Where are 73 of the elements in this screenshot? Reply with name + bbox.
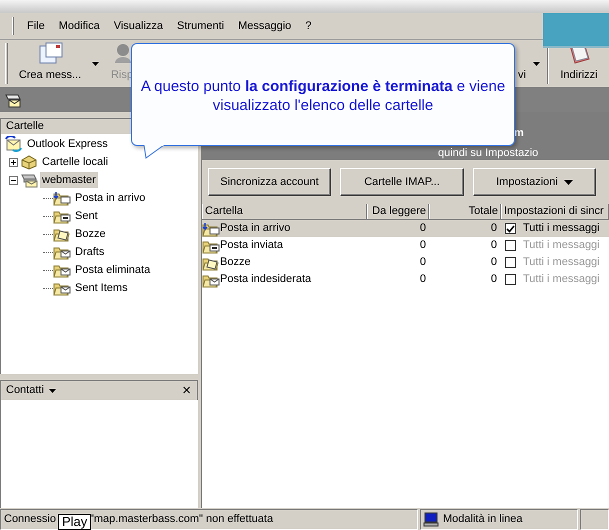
- menu-item[interactable]: File: [20, 16, 52, 36]
- menu-item[interactable]: Strumenti: [170, 16, 232, 36]
- collapse-icon[interactable]: [9, 176, 18, 184]
- overlay-panel: [543, 13, 609, 48]
- table-row[interactable]: Posta in arrivo 0 0 Tutti i messaggi: [202, 220, 609, 237]
- table-cell-text: Tutti i messaggi: [523, 238, 600, 254]
- folder-item[interactable]: Bozze: [73, 226, 108, 242]
- new-message-icon: [37, 42, 63, 64]
- close-button[interactable]: ×: [182, 383, 191, 398]
- status-panel: [580, 509, 609, 530]
- column-header[interactable]: Cartella: [202, 204, 367, 219]
- caret-icon: [564, 180, 573, 184]
- folder-item[interactable]: Sent Items: [73, 280, 130, 296]
- callout-text: A questo punto la configurazione è terminata e viene visualizzato l'elenco delle cartelle: [140, 76, 506, 114]
- toolbar-button[interactable]: Crea mess...: [12, 40, 88, 87]
- folder-item[interactable]: Drafts: [73, 244, 106, 260]
- table-cell-text: Tutti i messaggi: [523, 272, 600, 288]
- table-cell-text: 0: [420, 221, 426, 236]
- expand-icon[interactable]: [9, 158, 18, 166]
- table-cell-text: 0: [490, 255, 497, 270]
- table-cell-text: Posta inviata: [220, 238, 283, 254]
- table-cell-text: 0: [490, 272, 497, 288]
- table-cell-text: 0: [490, 221, 497, 236]
- caret-icon[interactable]: [48, 388, 56, 392]
- computer-icon: [423, 512, 439, 527]
- account-title: m: [514, 126, 524, 141]
- status-text: Connessio: [4, 512, 56, 528]
- table-row[interactable]: Posta inviata 0 0 Tutti i messaggi: [202, 237, 609, 254]
- toolbar-button[interactable]: vi: [515, 40, 529, 87]
- inbox-folder-icon: [53, 190, 71, 206]
- action-button[interactable]: Sincronizza account: [208, 168, 331, 196]
- menu-item[interactable]: Messaggio: [231, 16, 298, 36]
- status-text: "map.masterbass.com" non effettuata: [90, 512, 274, 528]
- tooltip: Play: [58, 514, 92, 530]
- column-header[interactable]: Totale: [429, 204, 501, 219]
- check-icon: [506, 224, 515, 232]
- checkbox[interactable]: [505, 240, 516, 251]
- table-cell-text: Tutti i messaggi: [523, 221, 600, 236]
- checkbox[interactable]: [505, 274, 516, 285]
- mail-server-icon: [4, 92, 22, 108]
- folder-item[interactable]: Outlook Express: [25, 136, 110, 152]
- status-text: Modalità in linea: [443, 512, 522, 528]
- table-row[interactable]: Posta indesiderata 0 0 Tutti i messaggi: [202, 271, 609, 288]
- table-cell-text: 0: [420, 272, 426, 288]
- menu-item[interactable]: ?: [298, 16, 318, 36]
- table-cell-text: 0: [420, 255, 426, 270]
- table-cell-text: Bozze: [220, 255, 251, 270]
- column-header[interactable]: Da leggere: [367, 204, 429, 219]
- caret-icon: [532, 62, 540, 66]
- folder-item[interactable]: Sent: [73, 208, 100, 224]
- table-cell-text: 0: [420, 238, 426, 254]
- menu-item[interactable]: Modifica: [52, 16, 107, 36]
- action-button[interactable]: Cartelle IMAP...: [340, 168, 464, 196]
- menu-item[interactable]: Visualizza: [106, 16, 170, 36]
- person-icon: [112, 42, 132, 64]
- mail-server-icon: [20, 172, 38, 188]
- caret-icon: [92, 62, 98, 66]
- pane-header: Contatti: [6, 383, 44, 398]
- folder-item[interactable]: Posta eliminata: [73, 262, 152, 278]
- local-folders-icon: [20, 154, 38, 170]
- table-cell-text: 0: [490, 238, 497, 254]
- table-cell-text: Tutti i messaggi: [523, 255, 600, 270]
- checkbox[interactable]: [505, 223, 516, 234]
- column-header[interactable]: Impostazioni di sincr: [501, 204, 609, 219]
- action-button[interactable]: Impostazioni: [473, 168, 596, 196]
- folder-item[interactable]: webmaster: [40, 172, 98, 188]
- folder-item[interactable]: Cartelle locali: [40, 154, 110, 170]
- table-cell-text: Posta in arrivo: [220, 221, 290, 236]
- account-hint: quindi su Impostazio: [438, 147, 538, 159]
- checkbox[interactable]: [505, 257, 516, 268]
- folder-item[interactable]: Posta in arrivo: [73, 190, 148, 206]
- table-cell-text: Posta indesiderata: [220, 272, 312, 288]
- table-row[interactable]: Bozze 0 0 Tutti i messaggi: [202, 254, 609, 271]
